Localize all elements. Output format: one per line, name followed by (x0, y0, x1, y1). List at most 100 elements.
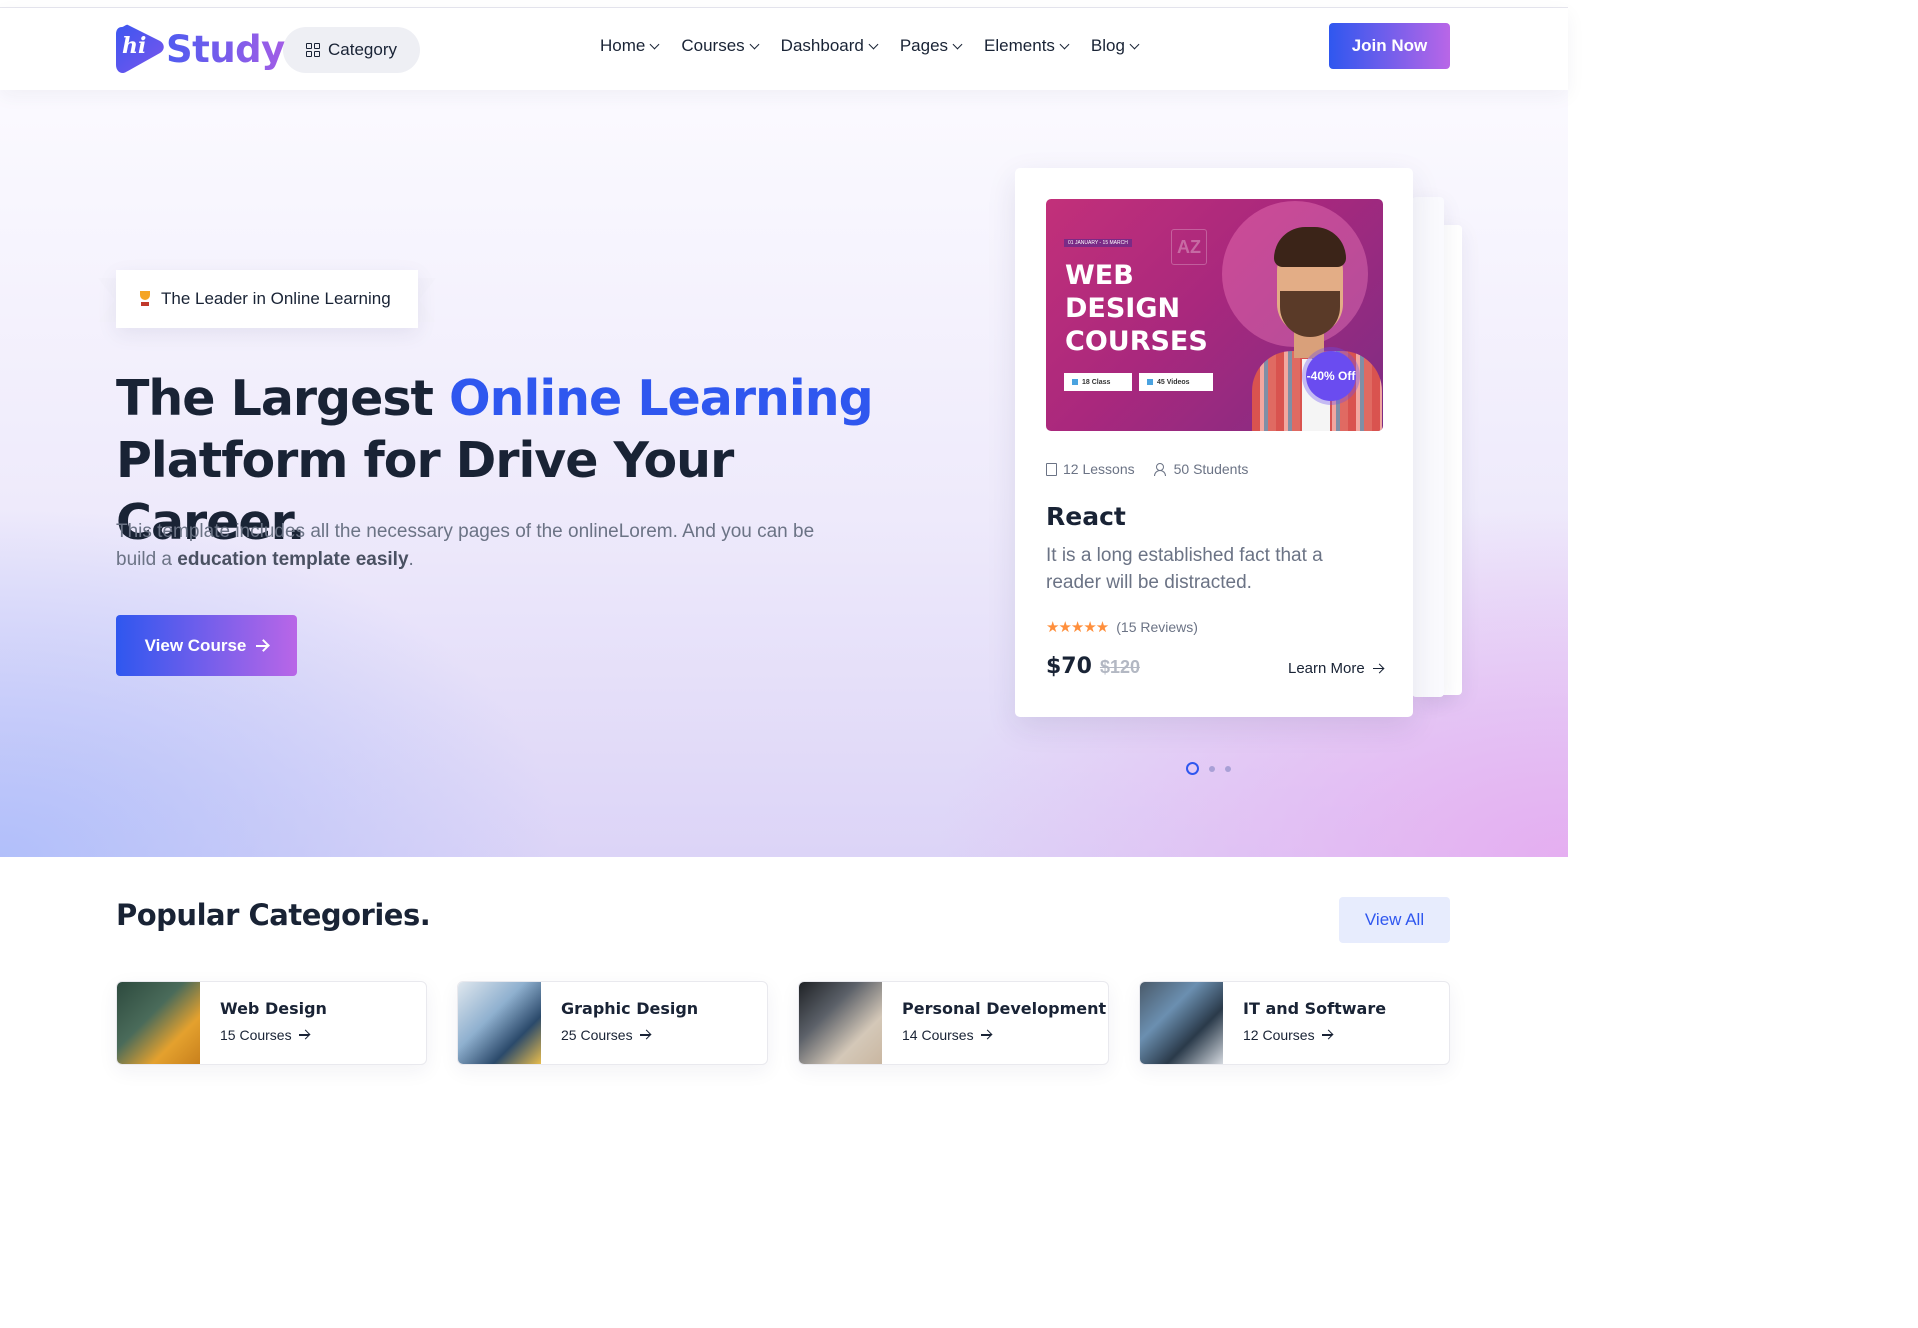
carousel-dot-1[interactable] (1186, 762, 1199, 775)
chevron-down-icon (868, 39, 879, 49)
logo-badge-text: hi (122, 33, 147, 59)
logo-text: Study (166, 27, 285, 71)
category-card-personal-development[interactable]: Personal Development 14 Courses (798, 981, 1109, 1065)
arrow-right-icon (639, 1034, 650, 1036)
category-count-label: 12 Courses (1243, 1027, 1315, 1043)
hero-title-part1: The Largest (116, 370, 450, 427)
book-icon (1046, 462, 1057, 476)
instructor-photo (1242, 213, 1382, 431)
thumb-date: 01 JANUARY - 15 MARCH (1064, 239, 1132, 247)
chevron-down-icon (952, 39, 963, 49)
trophy-icon (138, 291, 152, 307)
hero-title-highlight: Online Learning (449, 370, 874, 427)
category-name: Graphic Design (561, 999, 699, 1018)
badge-text: The Leader in Online Learning (161, 289, 391, 308)
badge-box: The Leader in Online Learning (116, 270, 418, 328)
menu-item-dashboard[interactable]: Dashboard (780, 36, 879, 56)
course-thumbnail[interactable]: 01 JANUARY - 15 MARCH AZ WEB DESIGN COUR… (1046, 199, 1383, 431)
menu-item-blog[interactable]: Blog (1090, 36, 1140, 56)
card-stack-middle (1412, 197, 1444, 697)
grid-icon (306, 43, 320, 57)
category-count: 25 Courses (561, 1027, 650, 1043)
category-name: Personal Development (902, 999, 1107, 1018)
learn-more-label: Learn More (1288, 660, 1365, 677)
menu-item-elements[interactable]: Elements (984, 36, 1070, 56)
category-card-graphic-design[interactable]: Graphic Design 25 Courses (457, 981, 768, 1065)
lessons-label: 12 Lessons (1063, 461, 1135, 477)
course-title[interactable]: React (1046, 502, 1126, 531)
arrow-right-icon (1372, 667, 1383, 670)
logo-mark-icon: hi (116, 23, 164, 75)
carousel-dots (1186, 762, 1231, 775)
course-card[interactable]: 01 JANUARY - 15 MARCH AZ WEB DESIGN COUR… (1015, 168, 1413, 717)
chevron-down-icon (1129, 39, 1140, 49)
category-count-label: 15 Courses (220, 1027, 292, 1043)
thumb-tag-videos: 45 Videos (1139, 373, 1213, 391)
category-card-web-design[interactable]: Web Design 15 Courses (116, 981, 427, 1065)
category-count: 12 Courses (1243, 1027, 1332, 1043)
desc-part2: . (408, 549, 414, 570)
category-count-label: 25 Courses (561, 1027, 633, 1043)
carousel-dot-2[interactable] (1209, 765, 1215, 772)
hero-description: This template includes all the necessary… (116, 518, 816, 574)
category-image (799, 982, 882, 1064)
carousel-dot-3[interactable] (1225, 765, 1231, 772)
video-icon (1147, 379, 1153, 385)
category-card-it-and-software[interactable]: IT and Software 12 Courses (1139, 981, 1450, 1065)
thumb-tag-class: 18 Class (1064, 373, 1132, 391)
menu-item-label: Courses (681, 36, 745, 55)
popular-categories-title: Popular Categories. (116, 898, 431, 932)
students-count: 50 Students (1153, 461, 1249, 477)
old-price: $120 (1099, 657, 1140, 677)
reviews-count: (15 Reviews) (1116, 619, 1198, 635)
menu-item-label: Home (600, 36, 646, 55)
category-image (458, 982, 541, 1064)
star-rating-icon: ★★★★★ (1046, 619, 1109, 636)
category-image (117, 982, 200, 1064)
menu-item-label: Pages (899, 36, 949, 55)
category-label: Category (328, 40, 397, 59)
course-description: It is a long established fact that a rea… (1046, 545, 1323, 593)
category-name: Web Design (220, 999, 327, 1018)
desc-bold: education template easily (177, 549, 409, 570)
arrow-right-icon (298, 1034, 309, 1036)
course-meta: 12 Lessons 50 Students (1046, 461, 1248, 477)
discount-badge: -40% Off (1306, 351, 1356, 401)
category-button[interactable]: Category (283, 27, 420, 73)
thumb-tag-label: 18 Class (1082, 378, 1111, 386)
category-count: 15 Courses (220, 1027, 309, 1043)
chevron-down-icon (649, 39, 660, 49)
chevron-down-icon (749, 39, 760, 49)
category-count-label: 14 Courses (902, 1027, 974, 1043)
menu-item-label: Elements (984, 36, 1055, 55)
category-image (1140, 982, 1223, 1064)
view-course-button[interactable]: View Course (116, 615, 297, 676)
view-all-button[interactable]: View All (1339, 897, 1450, 943)
arrow-right-icon (256, 644, 269, 647)
users-icon (1153, 463, 1168, 476)
course-price: $70 $120 (1046, 654, 1140, 679)
learn-more-link[interactable]: Learn More (1288, 660, 1383, 677)
hero-section: The Leader in Online Learning The Larges… (0, 90, 1568, 857)
menu-item-pages[interactable]: Pages (899, 36, 963, 56)
students-label: 50 Students (1173, 461, 1249, 477)
main-menu: Home Courses Dashboard Pages Elements Bl… (600, 36, 1140, 56)
lessons-count: 12 Lessons (1046, 461, 1135, 477)
menu-item-home[interactable]: Home (600, 36, 660, 56)
top-border (0, 0, 1568, 8)
arrow-right-icon (980, 1034, 991, 1036)
menu-item-label: Dashboard (780, 36, 864, 55)
view-course-label: View Course (144, 635, 247, 655)
thumb-tag-label: 45 Videos (1157, 378, 1190, 386)
category-count: 14 Courses (902, 1027, 991, 1043)
arrow-right-icon (1321, 1034, 1332, 1036)
site-logo[interactable]: hi Study (116, 22, 285, 76)
menu-item-label: Blog (1090, 36, 1125, 55)
chevron-down-icon (1059, 39, 1070, 49)
hero-badge: The Leader in Online Learning (98, 270, 436, 328)
class-icon (1072, 379, 1078, 385)
menu-item-courses[interactable]: Courses (681, 36, 760, 56)
join-now-button[interactable]: Join Now (1329, 23, 1450, 69)
course-rating: ★★★★★ (15 Reviews) (1046, 618, 1198, 636)
current-price: $70 (1046, 654, 1092, 679)
